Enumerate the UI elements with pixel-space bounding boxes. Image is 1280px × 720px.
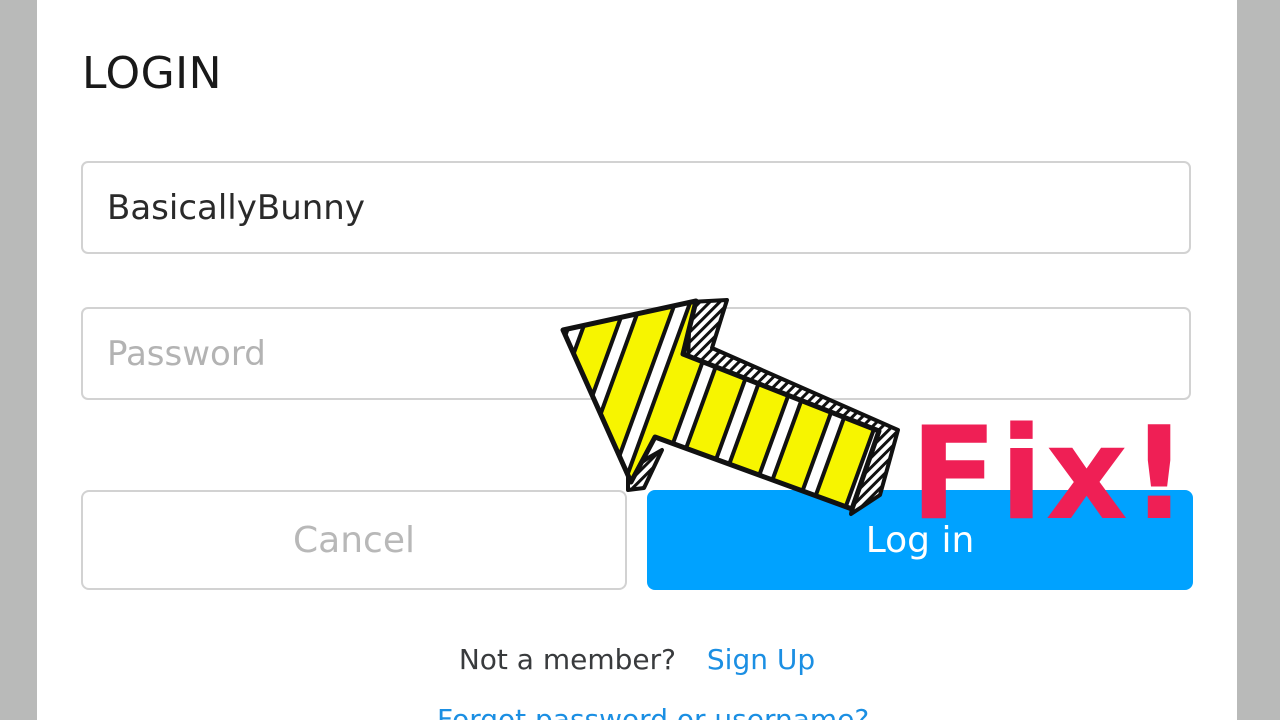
forgot-password-link[interactable]: Forgot password or username? [437,700,869,720]
password-field[interactable]: Password [81,307,1191,400]
password-placeholder: Password [107,333,266,374]
login-dialog: LOGIN BasicallyBunny Password Cancel Log… [37,0,1237,720]
cancel-button[interactable]: Cancel [81,490,627,590]
dialog-title: LOGIN [82,48,223,99]
username-field[interactable]: BasicallyBunny [81,161,1191,254]
signup-row: Not a member? Sign Up [37,640,1237,680]
fix-overlay-text: Fix! [910,400,1191,549]
not-member-text: Not a member? [458,643,676,676]
username-value: BasicallyBunny [107,187,365,228]
cancel-button-label: Cancel [293,519,415,561]
sign-up-link[interactable]: Sign Up [707,643,815,676]
